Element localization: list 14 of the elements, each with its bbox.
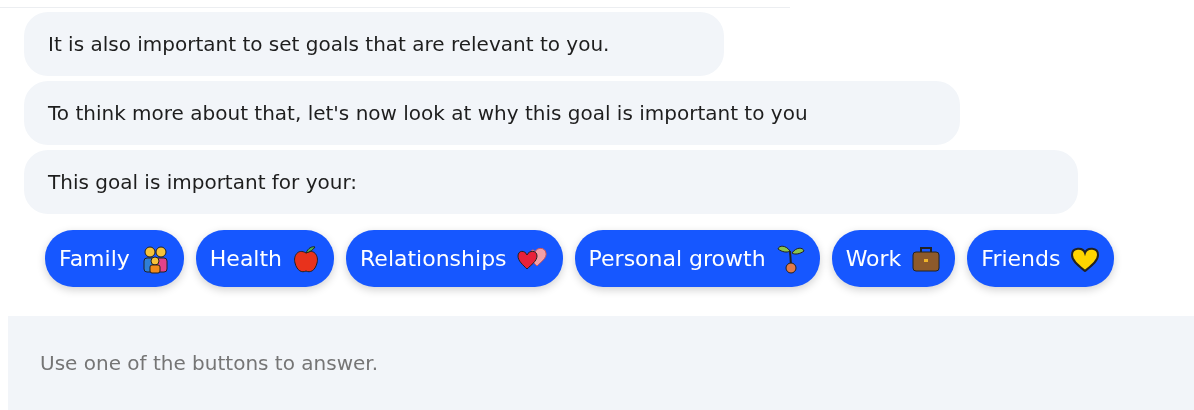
briefcase-icon (911, 244, 942, 273)
message-text: To think more about that, let's now look at why this goal is important to you (48, 101, 808, 125)
option-button[interactable]: Family (45, 230, 184, 287)
option-button[interactable]: Friends (967, 230, 1115, 287)
option-button[interactable]: Relationships (346, 230, 563, 287)
option-button[interactable]: Health (195, 230, 335, 287)
heart-icon (1070, 245, 1101, 272)
message-text: This goal is important for your: (48, 170, 358, 194)
message-text: It is also important to set goals that are relevant to you. (48, 32, 610, 56)
option-button[interactable]: Personal growth (574, 230, 820, 287)
apple-icon (292, 243, 321, 274)
message-input[interactable]: Use one of the buttons to answer. (8, 316, 1194, 410)
hearts-icon (516, 245, 549, 272)
option-button[interactable]: Work (831, 230, 956, 287)
